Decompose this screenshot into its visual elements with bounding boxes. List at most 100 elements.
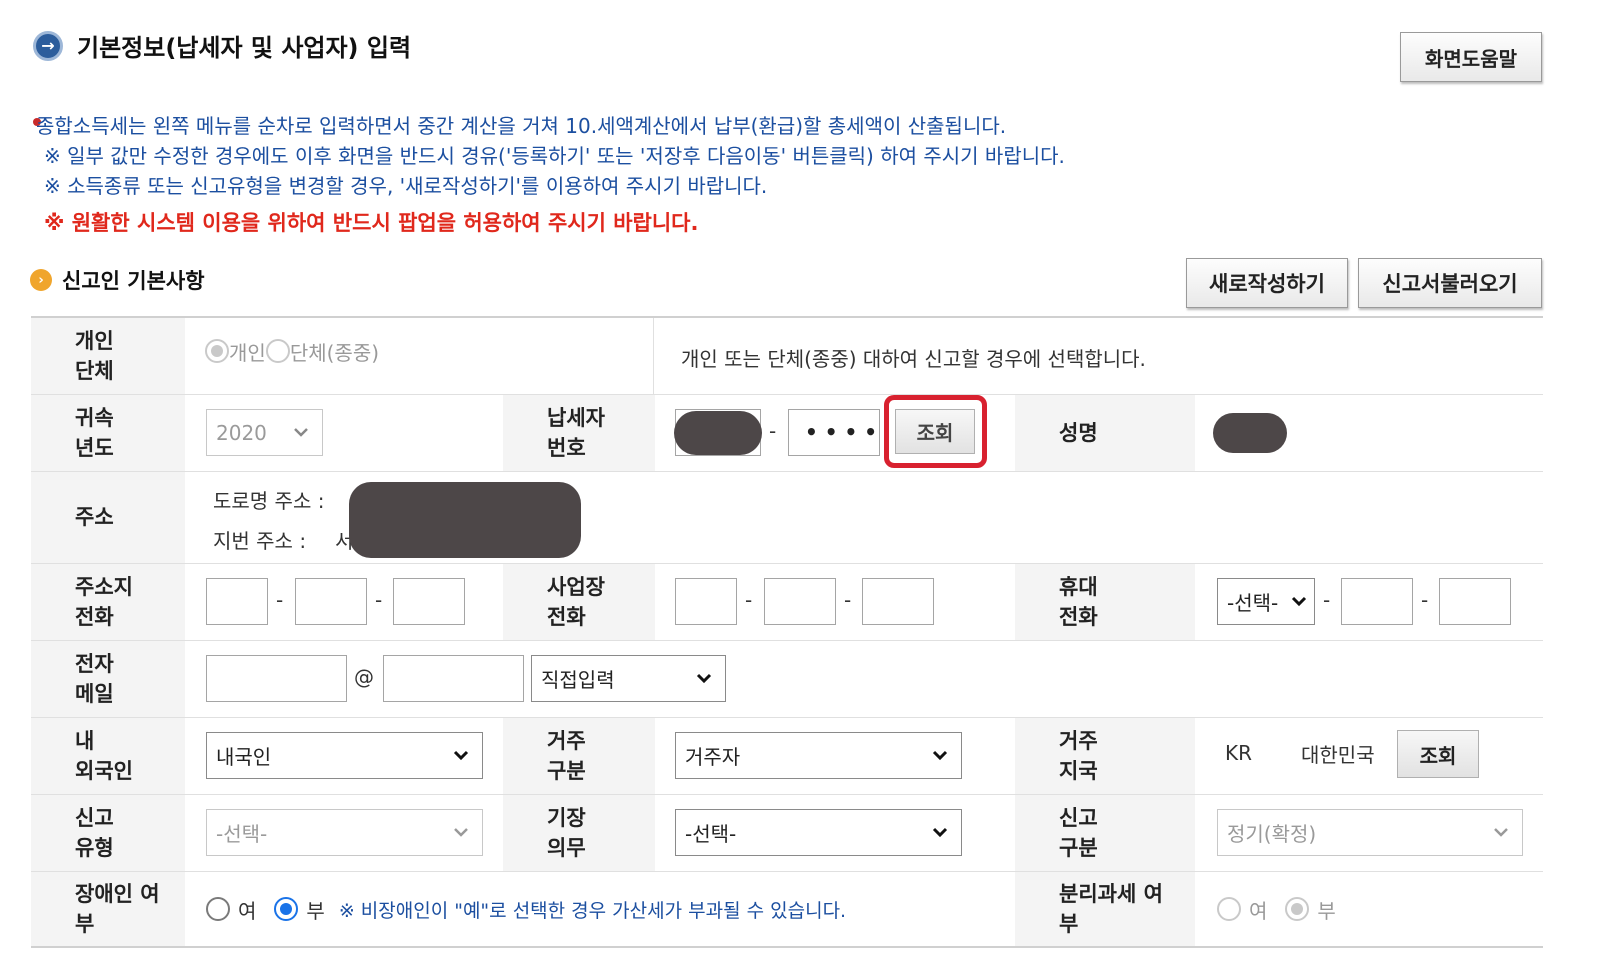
highlight-box [884,395,987,468]
disabled-note: ※ 비장애인이 "예"로 선택한 경우 가산세가 부과될 수 있습니다. [338,899,847,922]
form-row-entity-type: 개인 단체 개인 단체(종중) 개인 또는 단체(종중) 대하여 신고할 경우에… [31,318,1543,395]
filing-class-label: 신고 구분 [1015,795,1195,871]
separate-tax-no-label: 부 [1317,898,1336,923]
residence-select[interactable]: 거주자 [675,732,962,779]
residence-label: 거주 구분 [503,718,655,794]
chevron-down-icon [294,428,308,437]
popup-warning: ※ 원활한 시스템 이용을 위하여 반드시 팝업을 허용하여 주시기 바랍니다. [44,211,699,235]
load-return-button[interactable]: 신고서불러오기 [1358,258,1542,308]
email-label: 전자 메일 [31,641,185,717]
biz-phone-1[interactable] [675,578,737,625]
home-phone-3[interactable] [393,578,465,625]
page-title: 기본정보(납세자 및 사업자) 입력 [77,34,412,62]
disabled-label: 장애인 여 부 [31,872,185,946]
email-local-input[interactable] [206,655,347,702]
nationality-label: 내 외국인 [31,718,185,794]
chevron-down-icon [453,750,469,761]
home-phone-2[interactable] [295,578,367,625]
redacted-name [1213,413,1287,453]
form-row-phone: 주소지 전화 - - 사업장 전화 - - 휴대 전화 -선택- - - [31,564,1543,641]
section-header: › 신고인 기본사항 [30,265,205,295]
form-row-residence: 내 외국인 내국인 거주 구분 거주자 거주 지국 KR 대한민국 조회 [31,718,1543,795]
bookkeeping-value: -선택- [685,822,737,846]
new-form-button[interactable]: 새로작성하기 [1186,258,1348,308]
email-domain-input[interactable] [383,655,524,702]
biz-phone-label: 사업장 전화 [503,564,655,640]
nationality-select[interactable]: 내국인 [206,732,483,779]
region-name: 대한민국 [1301,742,1375,767]
mobile-3[interactable] [1439,578,1511,625]
arrow-right-icon: → [33,30,63,61]
redacted-id [674,411,762,455]
separate-tax-yes-radio[interactable] [1217,897,1241,921]
page-header: → 기본정보(납세자 및 사업자) 입력 [33,28,411,63]
disabled-yes-label: 여 [238,898,257,923]
nationality-value: 내국인 [216,745,272,769]
radio-group-label: 단체(종중) [289,340,380,365]
mobile-prefix-value: -선택- [1227,591,1279,615]
dash: - [769,419,777,443]
chevron-down-icon [932,827,948,838]
tax-year-select[interactable]: 2020 [206,409,323,456]
dash: - [1421,588,1429,612]
biz-phone-3[interactable] [862,578,934,625]
email-at: @ [354,665,374,689]
form-row-email: 전자 메일 @ 직접입력 [31,641,1543,718]
section-title: 신고인 기본사항 [62,269,205,293]
disabled-radios: 여 부 ※ 비장애인이 "예"로 선택한 경우 가산세가 부과될 수 있습니다. [206,894,846,924]
dash: - [745,588,753,612]
chevron-down-icon [1494,828,1508,837]
home-phone-label: 주소지 전화 [31,564,185,640]
filing-type-label: 신고 유형 [31,795,185,871]
address-label: 주소 [31,472,185,563]
region-search-button[interactable]: 조회 [1397,730,1479,778]
residence-value: 거주자 [685,745,741,769]
disabled-yes-radio[interactable] [206,897,230,921]
separate-tax-radios: 여 부 [1217,894,1336,924]
taxpayer-id-second[interactable]: • • • • [788,409,880,456]
chevron-down-icon [454,828,468,837]
separate-tax-label: 분리과세 여 부 [1015,872,1195,946]
radio-individual-label: 개인 [229,340,266,365]
entity-type-radios: 개인 단체(종중) [205,336,379,366]
lot-address-label: 지번 주소 : [213,528,307,553]
mobile-2[interactable] [1341,578,1413,625]
radio-individual[interactable] [205,339,229,363]
filing-class-select[interactable]: 정기(확정) [1217,809,1523,856]
disabled-no-radio[interactable] [274,897,299,921]
biz-phone-2[interactable] [764,578,836,625]
taxpayer-form: 개인 단체 개인 단체(종중) 개인 또는 단체(종중) 대하여 신고할 경우에… [31,316,1543,948]
notice-line-1: 종합소득세는 왼쪽 메뉴를 순차로 입력하면서 중간 계산을 거쳐 10.세액계… [36,114,1007,138]
disabled-no-label: 부 [306,898,325,923]
form-row-filing: 신고 유형 -선택- 기장 의무 -선택- 신고 구분 정기(확정) [31,795,1543,872]
separate-tax-no-radio[interactable] [1285,897,1310,921]
chevron-down-icon [1291,596,1307,607]
tax-year-value: 2020 [216,420,267,445]
form-row-flags: 장애인 여 부 여 부 ※ 비장애인이 "예"로 선택한 경우 가산세가 부과될… [31,872,1543,948]
bookkeeping-select[interactable]: -선택- [675,809,962,856]
mobile-label: 휴대 전화 [1015,564,1195,640]
redacted-address [349,482,581,558]
notice-line-3: ※ 소득종류 또는 신고유형을 변경할 경우, '새로작성하기'를 이용하여 주… [44,174,768,198]
entity-type-label: 개인 단체 [31,318,185,394]
dash: - [844,588,852,612]
entity-type-help: 개인 또는 단체(종중) 대하여 신고할 경우에 선택합니다. [681,346,1146,371]
chevron-down-icon [932,750,948,761]
chevron-right-icon: › [30,269,52,291]
email-domain-select[interactable]: 직접입력 [531,655,726,702]
form-row-address: 주소 도로명 주소 : 지번 주소 : 서 [31,472,1543,564]
mobile-prefix-select[interactable]: -선택- [1217,578,1315,625]
radio-group[interactable] [265,339,290,363]
home-phone-1[interactable] [206,578,268,625]
tax-year-label: 귀속 년도 [31,395,185,471]
dash: - [1323,588,1331,612]
region-label: 거주 지국 [1015,718,1195,794]
divider [653,318,654,394]
separate-tax-yes-label: 여 [1249,898,1268,923]
screen-help-button[interactable]: 화면도움말 [1400,32,1542,82]
taxpayer-id-label: 납세자 번호 [503,395,655,471]
filing-type-select[interactable]: -선택- [206,809,483,856]
filing-class-value: 정기(확정) [1227,822,1317,846]
filing-type-value: -선택- [216,822,268,846]
dash: - [276,588,284,612]
